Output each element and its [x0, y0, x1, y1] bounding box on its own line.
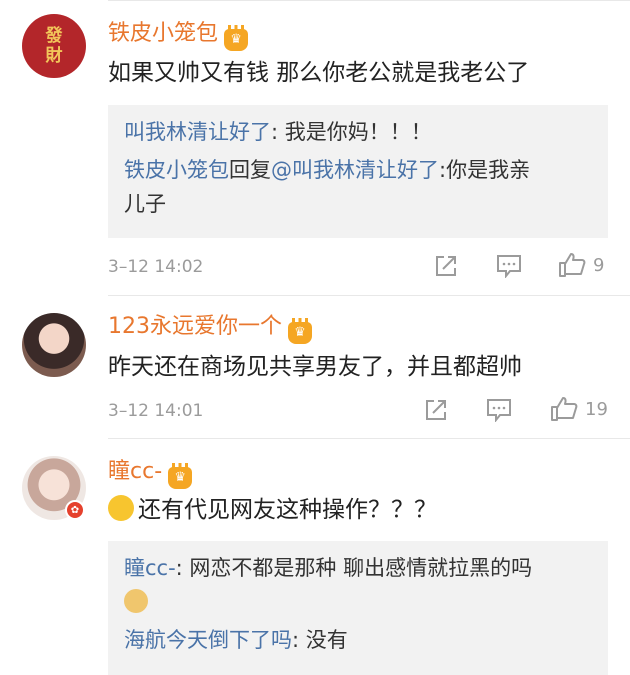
comment-text-body: 还有代见网友这种操作？？？ [138, 497, 437, 523]
vip-crown-icon: ♛ [168, 463, 193, 489]
comment-time: 3–12 14:01 [108, 401, 204, 421]
reply-box[interactable]: 叫我林清让好了: 我是你妈！！！ 铁皮小笼包回复@叫我林清让好了:你是我亲 儿子 [108, 105, 608, 238]
reply-text: : 没有 [292, 628, 348, 652]
username-link[interactable]: 铁皮小笼包 [108, 21, 218, 46]
divider [108, 438, 630, 439]
avatar-text-bottom: 財 [45, 46, 63, 66]
like-count: 19 [585, 398, 608, 420]
reply-item[interactable]: 海航今天倒下了吗: 没有 [124, 623, 592, 657]
avatar[interactable] [22, 313, 86, 377]
share-icon [426, 400, 446, 420]
comment-icon [487, 399, 511, 422]
username-link[interactable]: 瞳cc- [108, 459, 162, 484]
divider [108, 295, 630, 296]
username-link[interactable]: 123永远爱你一个 [108, 314, 282, 339]
comment-icon [497, 255, 521, 278]
comment-text: 如果又帅又有钱 那么你老公就是我老公了 [108, 60, 530, 86]
reply-author[interactable]: 瞳cc- [124, 556, 176, 580]
comment-username[interactable]: 123永远爱你一个 ♛ [108, 313, 312, 344]
vip-crown-icon: ♛ [288, 318, 312, 344]
reply-verb: 回复 [229, 158, 271, 182]
comment-username[interactable]: 瞳cc- ♛ [108, 458, 193, 489]
share-button[interactable] [434, 254, 458, 278]
thumbs-up-icon [559, 253, 586, 277]
vip-crown-icon: ♛ [224, 25, 249, 51]
share-icon [436, 256, 456, 276]
reply-text: : 网恋不都是那种 聊出感情就拉黑的吗 [175, 556, 533, 580]
comment-username[interactable]: 铁皮小笼包 ♛ [108, 20, 249, 51]
avatar[interactable]: 發 財 [22, 14, 86, 78]
smirk-emoji-icon [108, 495, 134, 521]
reply-author[interactable]: 海航今天倒下了吗 [124, 628, 292, 652]
share-button[interactable] [424, 398, 448, 422]
reply-item[interactable]: 叫我林清让好了: 我是你妈！！！ [124, 115, 592, 149]
reply-text-continued: 儿子 [124, 192, 166, 216]
reply-text: : 我是你妈！！！ [271, 120, 432, 144]
reply-mention[interactable]: @叫我林清让好了 [271, 158, 439, 182]
comment-text: 还有代见网友这种操作？？？ [108, 495, 437, 525]
reply-item[interactable]: 铁皮小笼包回复@叫我林清让好了:你是我亲 儿子 [124, 153, 592, 221]
avatar-text-top: 發 [45, 26, 63, 46]
reply-author[interactable]: 叫我林清让好了 [124, 120, 271, 144]
like-button[interactable]: 19 [550, 396, 608, 422]
comment-button[interactable] [486, 398, 512, 422]
comment-text: 昨天还在商场见共享男友了，并且都超帅 [108, 354, 522, 380]
reply-item[interactable]: 瞳cc-: 网恋不都是那种 聊出感情就拉黑的吗 [124, 551, 592, 619]
doge-emoji-icon [124, 589, 148, 613]
thumbs-up-icon [551, 397, 578, 421]
like-button[interactable]: 9 [558, 252, 604, 278]
verified-badge-icon: ✿ [65, 500, 85, 520]
comment-button[interactable] [496, 254, 522, 278]
divider-top [108, 0, 630, 1]
like-count: 9 [593, 254, 605, 276]
reply-text: :你是我亲 [439, 158, 531, 182]
reply-author[interactable]: 铁皮小笼包 [124, 158, 229, 182]
reply-box[interactable]: 瞳cc-: 网恋不都是那种 聊出感情就拉黑的吗 海航今天倒下了吗: 没有 [108, 541, 608, 675]
comment-time: 3–12 14:02 [108, 257, 204, 277]
